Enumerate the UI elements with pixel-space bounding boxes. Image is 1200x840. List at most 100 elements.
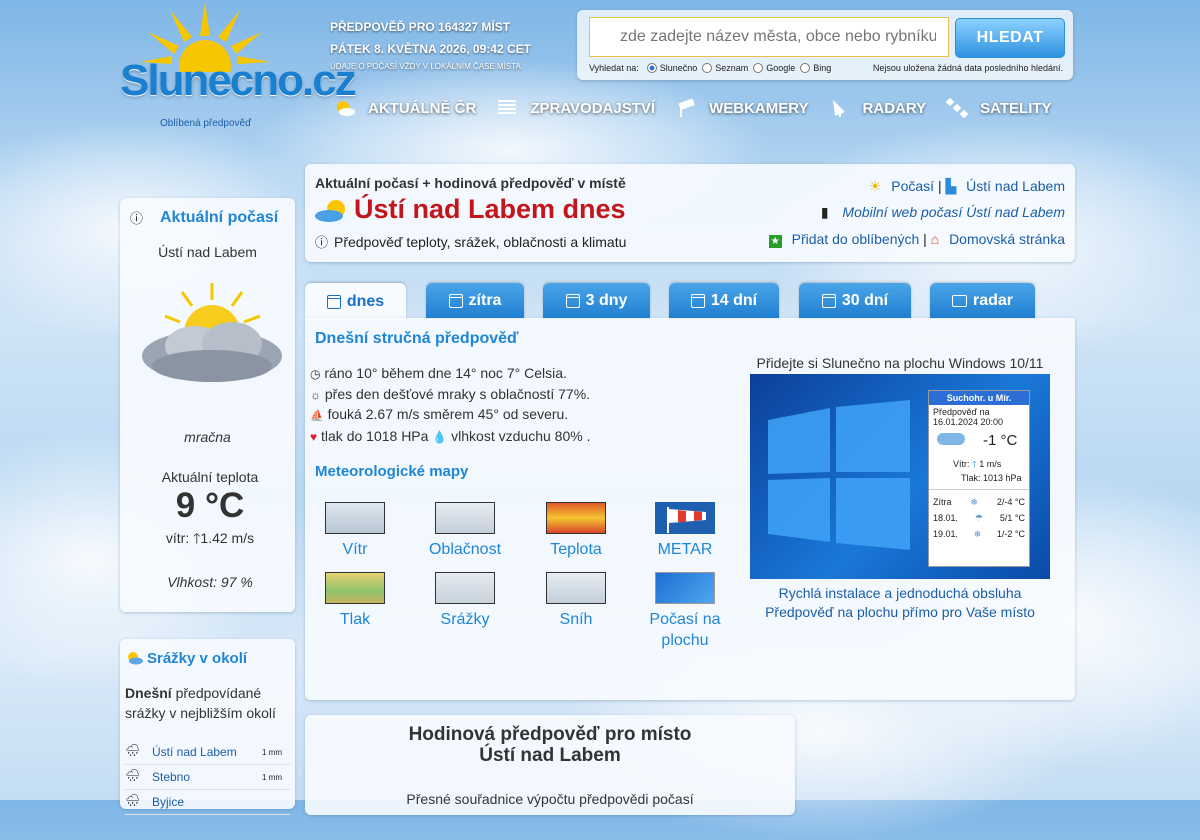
- map-link-snih[interactable]: Sníh: [521, 609, 631, 630]
- summary-text: vlhkost vzduchu 80% .: [451, 427, 591, 444]
- rain-row[interactable]: 🌧 Ústí nad Labem 1 mm: [125, 740, 290, 765]
- cloud-map-thumb[interactable]: [435, 502, 495, 534]
- tab-label: 3 dny: [585, 292, 628, 309]
- add-favorite-link[interactable]: Přidat do oblíbených: [792, 231, 920, 247]
- nav-label-zpravodajstvi: ZPRAVODAJSTVÍ: [530, 99, 656, 117]
- promo-line1[interactable]: Rychlá instalace a jednoduchá obsluha: [745, 585, 1055, 601]
- rain-map-thumb[interactable]: [435, 572, 495, 604]
- local-time-note: ÚDAJE O POČASÍ VŽDY V LOKÁLNÍM ČASE MÍST…: [330, 62, 521, 71]
- search-input[interactable]: [589, 17, 949, 57]
- map-link-oblacnost[interactable]: Oblačnost: [410, 539, 520, 560]
- tab-label: 30 dní: [841, 292, 889, 309]
- rain-place[interactable]: Stebno: [152, 770, 190, 784]
- search-button[interactable]: HLEDAT: [955, 18, 1065, 58]
- clock-icon: ◷: [310, 367, 321, 381]
- rain-cloud-icon: 🌧: [125, 743, 141, 757]
- current-temperature: 9 °C: [175, 486, 245, 525]
- pressure-map-thumb[interactable]: [325, 572, 385, 604]
- mobile-row: ▮ Mobilní web počasí Ústí nad Labem: [821, 204, 1065, 221]
- radio-slunecno[interactable]: [646, 63, 657, 73]
- tab-3-dny[interactable]: 3 dny: [543, 283, 650, 319]
- tab-zitra[interactable]: zítra: [426, 283, 524, 319]
- rain-intro-bold: Dnešní: [125, 685, 172, 701]
- location-subtitle: Aktuální počasí + hodinová předpověď v m…: [315, 175, 626, 191]
- widget-pressure: Tlak: 1013 hPa: [961, 473, 1022, 483]
- map-link-vitr[interactable]: Vítr: [300, 539, 410, 560]
- current-place: Ústí nad Labem: [158, 244, 257, 260]
- nav-item-satelity[interactable]: SATELITY: [946, 98, 1052, 118]
- summary-list: ◷ ráno 10° během dne 14° noc 7° Celsia. …: [310, 364, 590, 447]
- tab-label: dnes: [346, 292, 385, 310]
- rain-nearby-panel: Srážky v okolí Dnešní předpovídané srážk…: [120, 639, 295, 815]
- widget-day: Zítra: [933, 497, 952, 507]
- desktop-widget-thumb[interactable]: [655, 572, 715, 604]
- summary-text: tlak do 1018 HPa: [321, 427, 429, 444]
- favorite-forecast-link[interactable]: Oblíbená předpověď: [160, 118, 251, 129]
- mobile-web-link[interactable]: Mobilní web počasí Ústí nad Labem: [842, 204, 1065, 220]
- calendar-icon: [690, 294, 705, 308]
- option-seznam-label: Seznam: [715, 63, 749, 73]
- rain-row[interactable]: 🌧 Stebno 1 mm: [125, 765, 290, 790]
- radio-seznam[interactable]: [702, 63, 713, 73]
- windows-logo-icon: [768, 400, 910, 550]
- rain-icon: ☂: [974, 513, 983, 523]
- sun-cloud-icon: [337, 101, 355, 116]
- tab-30-dni[interactable]: 30 dní: [799, 283, 911, 319]
- widget-day: 19.01.: [933, 529, 959, 539]
- droplet-icon: 💧: [432, 429, 448, 444]
- arrow-up-icon: 🡑: [972, 459, 977, 469]
- tab-radar[interactable]: radar: [930, 283, 1035, 319]
- map-link-srazky[interactable]: Srážky: [410, 609, 520, 630]
- rain-nearby-intro: Dnešní předpovídané srážky v nejbližším …: [125, 683, 290, 723]
- widget-forecast-time: 16.01.2024 20:00: [933, 417, 1004, 427]
- snow-icon: ❄: [973, 529, 982, 539]
- info-icon: ⓘ: [315, 235, 329, 250]
- home-link[interactable]: Domovská stránka: [949, 231, 1065, 247]
- cloud-icon: [937, 433, 965, 445]
- rain-place[interactable]: Byjice: [152, 795, 184, 809]
- temperature-map-thumb[interactable]: [546, 502, 606, 534]
- city-link[interactable]: Ústí nad Labem: [966, 178, 1065, 194]
- promo-line2[interactable]: Předpověď na plochu přímo pro Vaše místo: [745, 604, 1055, 620]
- option-bing-label: Bing: [813, 63, 832, 73]
- nav-item-zpravodajstvi[interactable]: ZPRAVODAJSTVÍ: [496, 98, 655, 118]
- radar-icon: [832, 100, 845, 117]
- metar-thumb[interactable]: [655, 502, 715, 534]
- map-link-pocasi-na-plochu[interactable]: Počasí na plochu: [630, 609, 740, 651]
- calendar-icon: [448, 294, 463, 308]
- rain-cloud-icon: 🌧: [125, 768, 141, 782]
- rain-place[interactable]: Ústí nad Labem: [152, 745, 237, 759]
- tab-14-dni[interactable]: 14 dní: [669, 283, 779, 319]
- map-link-teplota[interactable]: Teplota: [521, 539, 631, 560]
- radio-google[interactable]: [753, 63, 764, 73]
- sun-cloud-icon: [128, 652, 143, 665]
- summary-text: ráno 10° během dne 14° noc 7° Celsia.: [324, 365, 567, 381]
- tab-dnes[interactable]: dnes: [305, 283, 406, 320]
- nav-item-webkamery[interactable]: WEBKAMERY: [675, 98, 809, 118]
- tab-label: zítra: [468, 292, 502, 309]
- cloud-icon: ☼: [310, 387, 321, 402]
- widget-wind: 1 m/s: [979, 459, 1002, 469]
- current-weather-panel: ⓘ Aktuální počasí Ústí nad Labem mračna …: [120, 198, 295, 612]
- nav-item-radary[interactable]: RADARY: [829, 98, 926, 118]
- map-link-metar[interactable]: METAR: [630, 539, 740, 560]
- rain-row[interactable]: 🌧 Byjice: [125, 790, 290, 815]
- widget-range: 5/1 °C: [999, 513, 1025, 523]
- windows-promo-image[interactable]: Suchohr. u Mír. Předpověď na 16.01.2024 …: [750, 374, 1050, 579]
- home-icon: ⌂: [930, 231, 940, 247]
- wind-speed: 1.42 m/s: [200, 530, 255, 546]
- radio-bing[interactable]: [800, 63, 811, 73]
- map-link-tlak[interactable]: Tlak: [300, 609, 410, 630]
- camera-icon: [951, 295, 967, 307]
- sun-icon: ☀: [868, 178, 882, 194]
- tab-label: 14 dní: [710, 292, 758, 309]
- snow-map-thumb[interactable]: [546, 572, 606, 604]
- add-favorite-icon: ★: [768, 235, 782, 248]
- heart-icon: ♥: [310, 429, 318, 444]
- weather-link[interactable]: Počasí: [891, 178, 934, 194]
- wind-map-thumb[interactable]: [325, 502, 385, 534]
- calendar-icon: [821, 294, 836, 308]
- nav-label-webkamery: WEBKAMERY: [709, 99, 809, 117]
- nav-item-aktualne[interactable]: AKTUÁLNĚ ČR: [334, 98, 476, 118]
- calendar-icon: [326, 294, 341, 309]
